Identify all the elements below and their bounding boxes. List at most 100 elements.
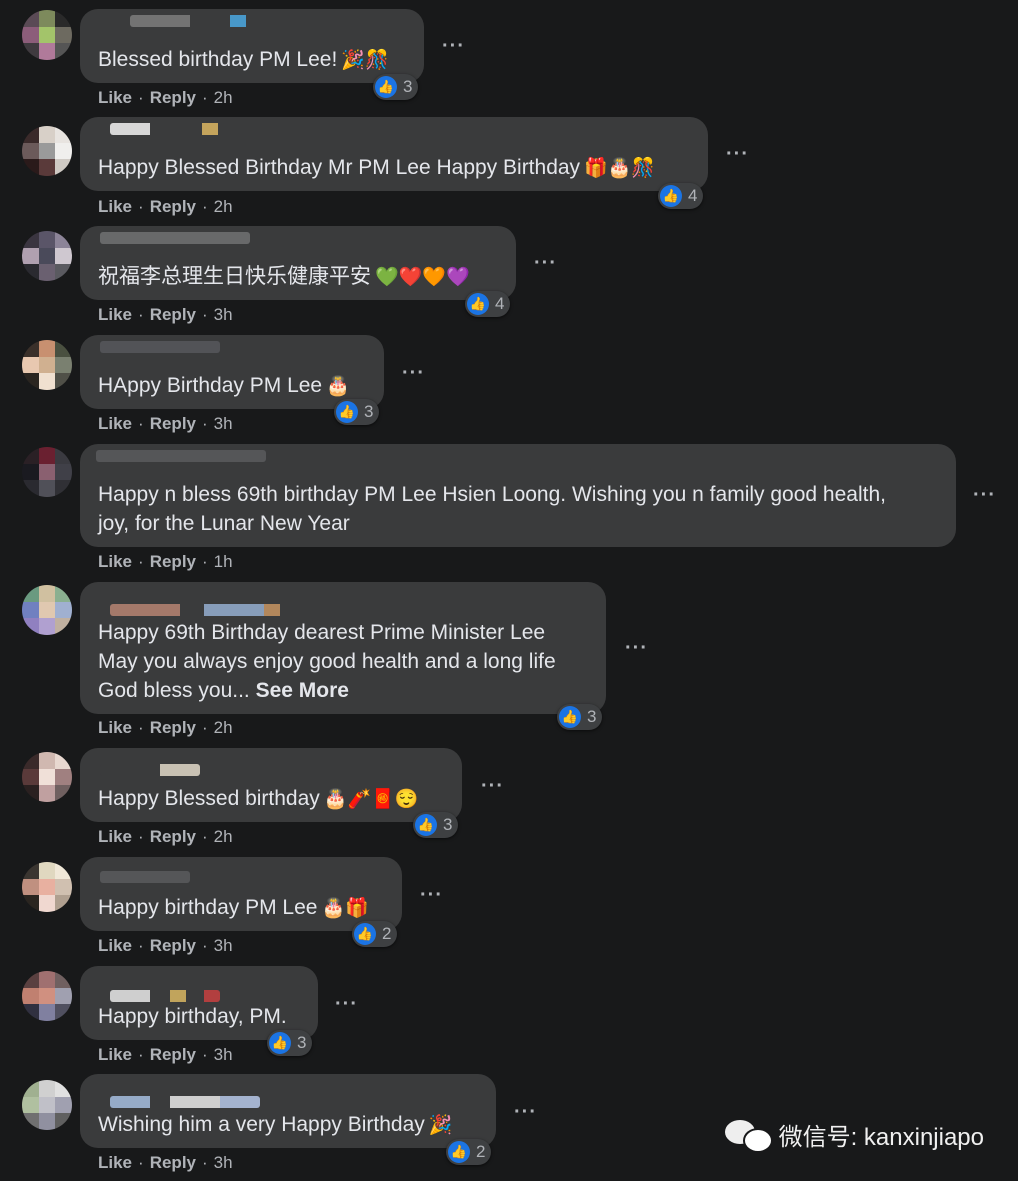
comment-actions: Like · Reply · 2h <box>98 88 233 108</box>
comment-bubble: Blessed birthday PM Lee! 🎉🎊 <box>80 9 424 83</box>
timestamp[interactable]: 3h <box>214 414 233 434</box>
watermark-label: 微信号: kanxinjiapo <box>778 1124 984 1151</box>
wechat-icon <box>724 1118 773 1153</box>
comment-bubble: Happy Blessed birthday 🎂🧨🧧😌 <box>80 748 462 822</box>
avatar[interactable] <box>22 231 72 281</box>
blurred-author-name <box>96 450 266 462</box>
reply-button[interactable]: Reply <box>150 827 196 847</box>
comment-text: Happy n bless 69th birthday PM Lee Hsien… <box>98 483 886 535</box>
hearts-emoji: 💚❤️🧡💜 <box>375 267 470 288</box>
timestamp[interactable]: 3h <box>214 1153 233 1173</box>
gift-cake-emoji: 🎁🎂🎊 <box>584 158 656 179</box>
comment-actions: Like · Reply · 2h <box>98 827 233 847</box>
reaction-count[interactable]: 👍 3 <box>373 74 419 100</box>
reply-button[interactable]: Reply <box>150 414 196 434</box>
thumbs-up-icon: 👍 <box>375 76 397 98</box>
comment-text: Happy 69th Birthday dearest Prime Minist… <box>98 621 556 702</box>
comment-text: Happy birthday PM Lee 🎂🎁 <box>98 896 369 919</box>
more-options-icon[interactable]: ··· <box>534 252 557 275</box>
reply-button[interactable]: Reply <box>150 1153 196 1173</box>
more-options-icon[interactable]: ··· <box>514 1101 537 1124</box>
like-button[interactable]: Like <box>98 552 132 572</box>
timestamp[interactable]: 2h <box>214 88 233 108</box>
avatar[interactable] <box>22 1080 72 1130</box>
thumbs-up-icon: 👍 <box>415 814 437 836</box>
reply-button[interactable]: Reply <box>150 305 196 325</box>
party-emoji: 🎉🎊 <box>341 50 389 71</box>
blurred-author-name <box>110 1096 260 1108</box>
more-options-icon[interactable]: ··· <box>442 35 465 58</box>
more-options-icon[interactable]: ··· <box>402 362 425 385</box>
reply-button[interactable]: Reply <box>150 552 196 572</box>
comment-bubble: HAppy Birthday PM Lee 🎂 <box>80 335 384 409</box>
like-button[interactable]: Like <box>98 718 132 738</box>
blurred-author-name <box>100 764 200 776</box>
reaction-count[interactable]: 👍 3 <box>334 399 380 425</box>
timestamp[interactable]: 3h <box>214 305 233 325</box>
comment-actions: Like · Reply · 3h <box>98 1045 233 1065</box>
more-options-icon[interactable]: ··· <box>481 775 504 798</box>
more-options-icon[interactable]: ··· <box>625 637 648 660</box>
avatar[interactable] <box>22 971 72 1021</box>
timestamp[interactable]: 3h <box>214 1045 233 1065</box>
reaction-count[interactable]: 👍 3 <box>267 1030 313 1056</box>
comment-text: Happy birthday, PM. <box>98 1005 287 1028</box>
avatar[interactable] <box>22 862 72 912</box>
like-button[interactable]: Like <box>98 414 132 434</box>
reaction-count[interactable]: 👍 4 <box>658 183 704 209</box>
more-options-icon[interactable]: ··· <box>420 884 443 907</box>
reaction-count[interactable]: 👍 2 <box>352 921 398 947</box>
comment-actions: Like · Reply · 3h <box>98 1153 233 1173</box>
like-button[interactable]: Like <box>98 88 132 108</box>
timestamp[interactable]: 2h <box>214 827 233 847</box>
wechat-watermark: 微信号: kanxinjiapo <box>724 1117 984 1153</box>
see-more-link[interactable]: See More <box>256 679 349 702</box>
comment-bubble: Happy birthday, PM. <box>80 966 318 1040</box>
reaction-count[interactable]: 👍 4 <box>465 291 511 317</box>
thumbs-up-icon: 👍 <box>467 293 489 315</box>
reply-button[interactable]: Reply <box>150 718 196 738</box>
timestamp[interactable]: 2h <box>214 718 233 738</box>
thumbs-up-icon: 👍 <box>559 706 581 728</box>
cake-emoji: 🎂 <box>326 376 350 397</box>
reply-button[interactable]: Reply <box>150 88 196 108</box>
timestamp[interactable]: 2h <box>214 197 233 217</box>
comment-actions: Like · Reply · 2h <box>98 197 233 217</box>
reaction-count[interactable]: 👍 2 <box>446 1139 492 1165</box>
avatar[interactable] <box>22 10 72 60</box>
comment-text: Blessed birthday PM Lee! 🎉🎊 <box>98 48 389 71</box>
blurred-author-name <box>110 990 220 1002</box>
comment-bubble: Wishing him a very Happy Birthday 🎉 <box>80 1074 496 1148</box>
reply-button[interactable]: Reply <box>150 197 196 217</box>
more-options-icon[interactable]: ··· <box>726 143 749 166</box>
party-popper-emoji: 🎉 <box>428 1115 453 1136</box>
reply-button[interactable]: Reply <box>150 1045 196 1065</box>
like-button[interactable]: Like <box>98 1153 132 1173</box>
comment-bubble: Happy birthday PM Lee 🎂🎁 <box>80 857 402 931</box>
like-button[interactable]: Like <box>98 305 132 325</box>
like-button[interactable]: Like <box>98 197 132 217</box>
comment-text: HAppy Birthday PM Lee 🎂 <box>98 374 350 397</box>
avatar[interactable] <box>22 585 72 635</box>
avatar[interactable] <box>22 752 72 802</box>
blurred-author-name <box>130 15 290 27</box>
comment-text: Wishing him a very Happy Birthday 🎉 <box>98 1113 453 1136</box>
like-button[interactable]: Like <box>98 936 132 956</box>
timestamp[interactable]: 1h <box>214 552 233 572</box>
more-options-icon[interactable]: ··· <box>973 484 996 507</box>
comment-actions: Like · Reply · 1h <box>98 552 233 572</box>
timestamp[interactable]: 3h <box>214 936 233 956</box>
comment-actions: Like · Reply · 3h <box>98 936 233 956</box>
avatar[interactable] <box>22 340 72 390</box>
reaction-count[interactable]: 👍 3 <box>557 704 603 730</box>
comment-actions: Like · Reply · 3h <box>98 305 233 325</box>
reply-button[interactable]: Reply <box>150 936 196 956</box>
more-options-icon[interactable]: ··· <box>335 993 358 1016</box>
avatar[interactable] <box>22 126 72 176</box>
avatar[interactable] <box>22 447 72 497</box>
reaction-count[interactable]: 👍 3 <box>413 812 459 838</box>
like-button[interactable]: Like <box>98 1045 132 1065</box>
blurred-author-name <box>100 871 190 883</box>
blurred-author-name <box>100 232 250 244</box>
like-button[interactable]: Like <box>98 827 132 847</box>
